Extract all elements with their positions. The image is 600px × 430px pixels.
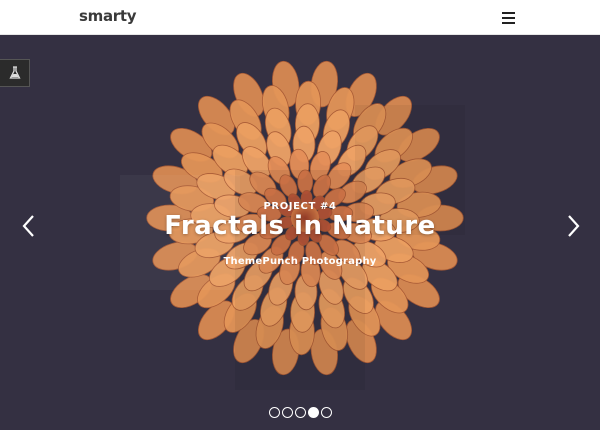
slide-bullet[interactable] (295, 407, 306, 418)
style-switcher-tab[interactable] (0, 59, 30, 87)
slide-pagination (269, 407, 332, 419)
hamburger-menu-icon[interactable] (502, 12, 515, 24)
site-logo[interactable]: smarty (79, 7, 137, 25)
slide-credit: ThemePunch Photography (223, 256, 377, 267)
slide-bullet[interactable] (321, 407, 332, 418)
flask-icon (8, 66, 21, 79)
site-header: smarty (0, 0, 600, 35)
slide-bullet[interactable] (269, 407, 280, 418)
slide-title: Fractals in Nature (164, 211, 436, 241)
slide-bullet[interactable] (308, 407, 319, 418)
hero-slider: PROJECT #4 Fractals in Nature ThemePunch… (0, 35, 600, 430)
slide-bullet[interactable] (282, 407, 293, 418)
